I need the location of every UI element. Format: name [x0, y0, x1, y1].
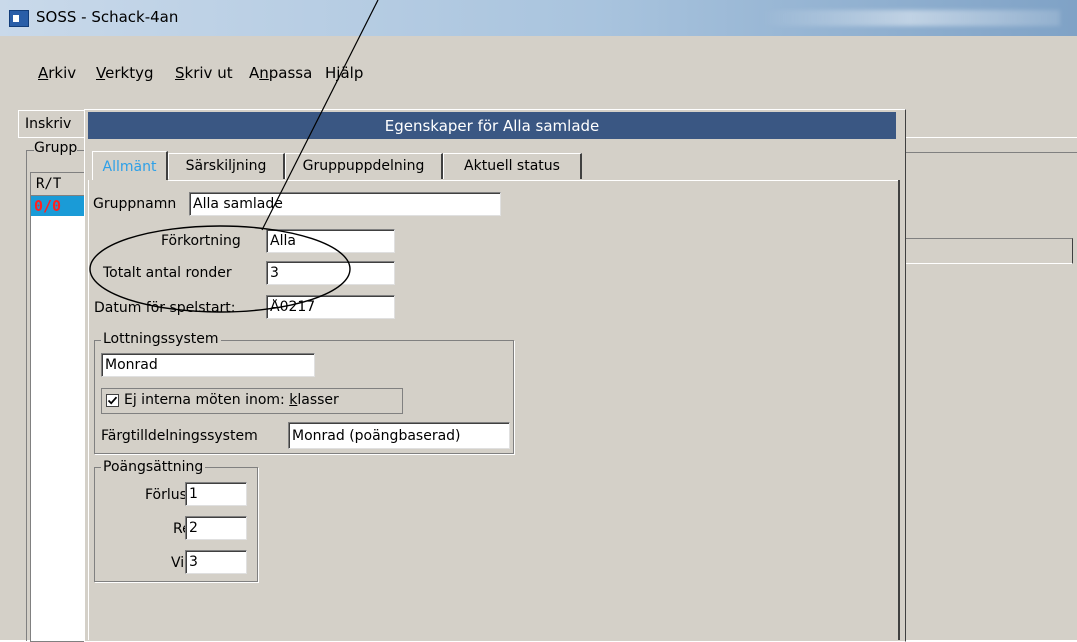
annotation-line	[261, 0, 379, 231]
annotation-ellipse	[89, 225, 351, 313]
annotation-overlay	[89, 0, 379, 313]
